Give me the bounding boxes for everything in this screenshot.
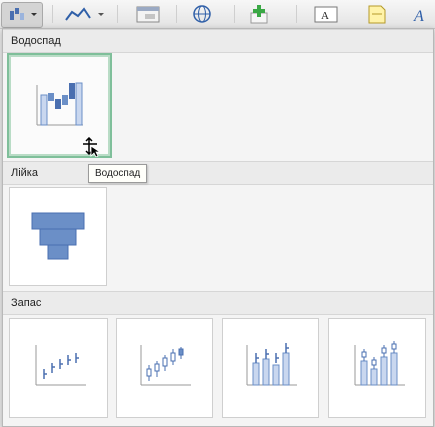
window-shape-icon [136, 6, 160, 23]
line-chart-icon [65, 7, 104, 21]
section-title: Лійка [11, 167, 38, 179]
hyperlink-button[interactable] [186, 2, 218, 26]
stock-volume-open-high-low-close-icon [354, 341, 405, 386]
wordart-icon: A [413, 8, 424, 24]
new-comment-button[interactable] [244, 2, 276, 26]
stock-open-high-low-close-icon [140, 345, 191, 386]
insert-shape-button[interactable] [132, 2, 164, 26]
section-header-stock: Запас [3, 291, 433, 315]
toolbar-separator [296, 5, 297, 23]
line-chart-button[interactable] [62, 2, 108, 26]
funnel-chart-option[interactable] [9, 187, 107, 286]
section-title: Запас [11, 297, 42, 309]
svg-text:A: A [321, 10, 329, 22]
wordart-button[interactable]: A [408, 2, 432, 26]
stock-chart-option-3[interactable] [222, 318, 319, 418]
stock-chart-option-2[interactable] [116, 318, 213, 418]
scrollbar[interactable] [425, 29, 433, 426]
svg-text:A: A [413, 8, 424, 24]
stock-high-low-close-icon [35, 345, 86, 386]
tooltip: Водоспад [88, 164, 148, 183]
waterfall-small-icon [10, 8, 37, 20]
text-box-icon: A [314, 6, 338, 23]
move-cursor-icon [83, 137, 100, 157]
funnel-chart-icon [31, 212, 85, 260]
ribbon-toolbar: A A [0, 0, 435, 29]
section-header-funnel: Лійка [3, 161, 433, 185]
section-header-waterfall: Водоспад [3, 29, 433, 53]
plus-comment-icon [250, 5, 268, 24]
note-button[interactable] [362, 2, 390, 26]
text-box-button[interactable]: A [310, 2, 342, 26]
stock-chart-option-4[interactable] [328, 318, 426, 418]
stock-volume-high-low-close-icon [246, 343, 297, 386]
note-icon [368, 5, 386, 24]
toolbar-separator [52, 5, 53, 23]
chart-gallery-panel: Водоспад Лійка Запас [2, 28, 434, 427]
globe-icon [193, 5, 211, 23]
toolbar-separator [234, 5, 235, 23]
section-title: Водоспад [11, 35, 61, 47]
stock-chart-option-1[interactable] [9, 318, 108, 418]
chart-type-dropdown-button[interactable] [1, 2, 43, 28]
toolbar-separator [176, 5, 177, 23]
toolbar-separator [117, 5, 118, 23]
